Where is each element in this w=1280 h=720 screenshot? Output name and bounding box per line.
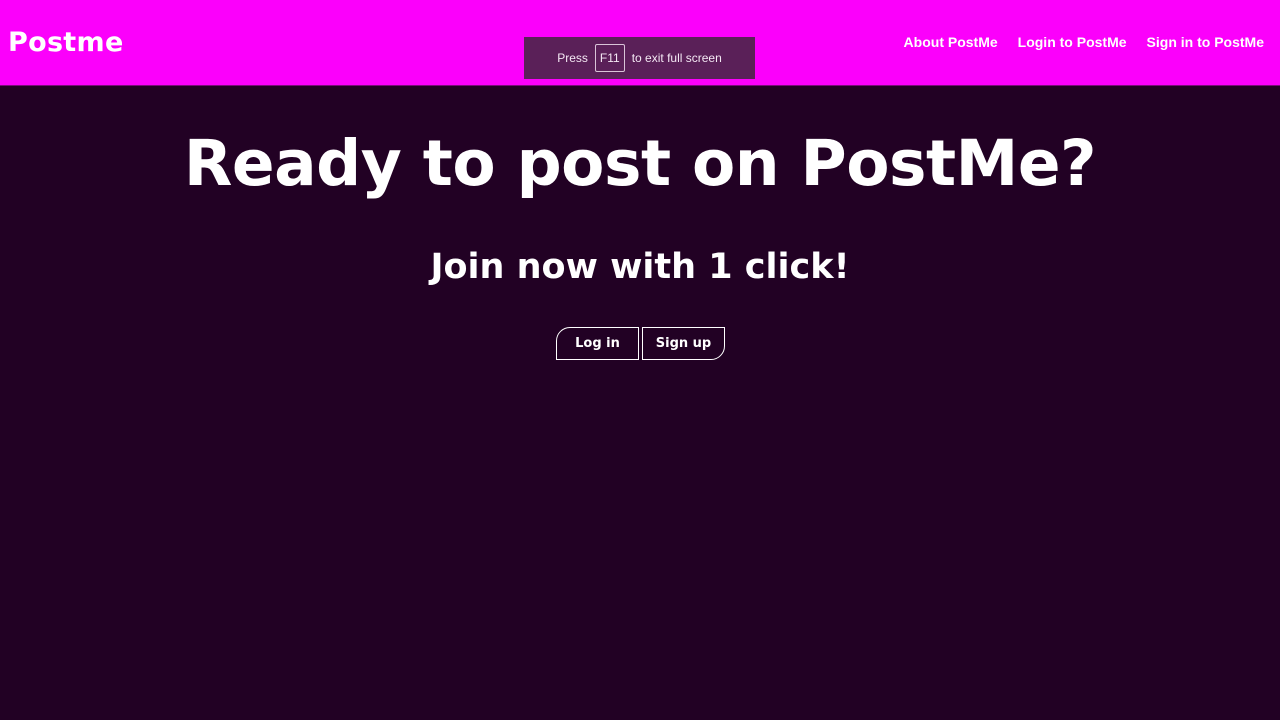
fullscreen-notice-prefix: Press (557, 51, 588, 65)
login-button[interactable]: Log in (556, 327, 639, 360)
top-nav: About PostMe Login to PostMe Sign in to … (904, 33, 1264, 51)
fullscreen-notice: Press F11 to exit full screen (524, 37, 755, 79)
hero-subheadline: Join now with 1 click! (430, 247, 850, 287)
nav-about-link[interactable]: About PostMe (904, 33, 998, 51)
f11-key-badge: F11 (594, 44, 625, 72)
hero-headline: Ready to post on PostMe? (183, 127, 1097, 200)
nav-signin-link[interactable]: Sign in to PostMe (1147, 33, 1264, 51)
signup-button[interactable]: Sign up (642, 327, 725, 360)
nav-login-link[interactable]: Login to PostMe (1018, 33, 1127, 51)
fullscreen-notice-suffix: to exit full screen (631, 51, 722, 65)
hero-button-group: Log in Sign up (556, 327, 725, 360)
brand-logo[interactable]: Postme (8, 26, 124, 60)
